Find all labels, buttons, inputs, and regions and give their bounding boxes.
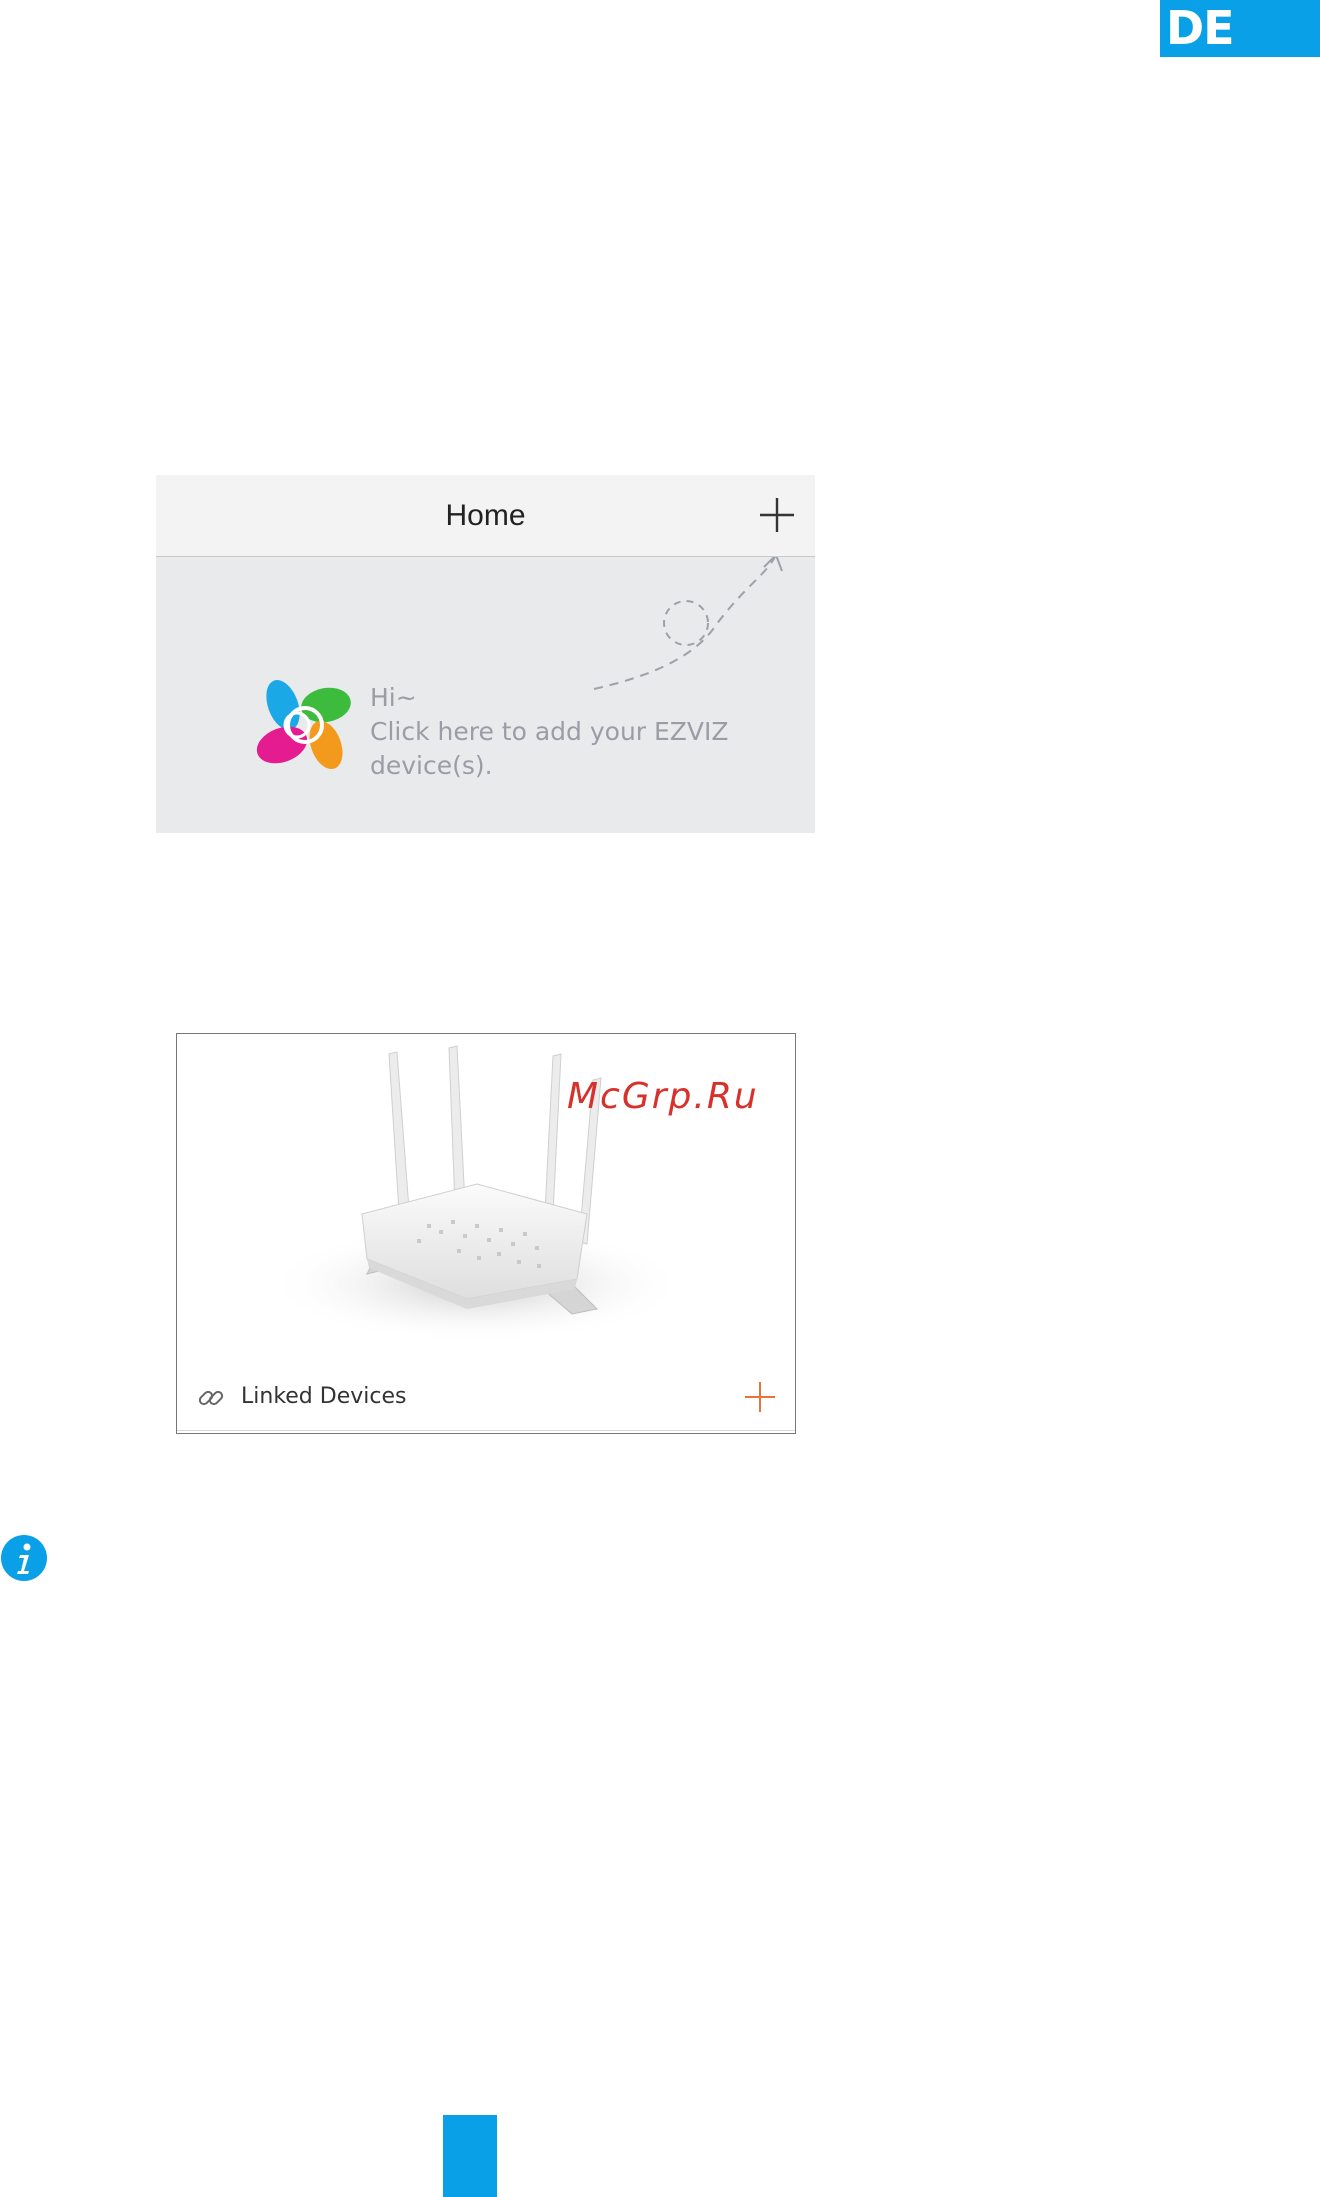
plus-icon[interactable]: [743, 1380, 777, 1414]
link-icon: [198, 1390, 224, 1406]
plus-icon[interactable]: [757, 495, 797, 535]
ezviz-logo: [256, 680, 351, 770]
info-icon: [1, 1535, 47, 1581]
router-screen-screenshot: McGrp.Ru Linked Devices: [176, 1033, 796, 1434]
page-title: Home: [445, 499, 526, 532]
linked-devices-label: Linked Devices: [241, 1384, 407, 1409]
language-badge: DE: [1160, 0, 1320, 57]
welcome-line-2: Click here to add your EZVIZ: [370, 717, 729, 746]
welcome-line-3: device(s).: [370, 751, 493, 780]
home-screen-screenshot: Home Hi~ Click here to add your EZVIZ de…: [156, 475, 815, 833]
welcome-message[interactable]: Hi~ Click here to add your EZVIZ device(…: [370, 681, 729, 783]
linked-devices-row[interactable]: Linked Devices: [177, 1364, 795, 1431]
page-footer-tab: [443, 2115, 497, 2197]
app-header: Home: [156, 475, 815, 557]
watermark: McGrp.Ru: [567, 1076, 759, 1117]
welcome-line-1: Hi~: [370, 683, 417, 712]
